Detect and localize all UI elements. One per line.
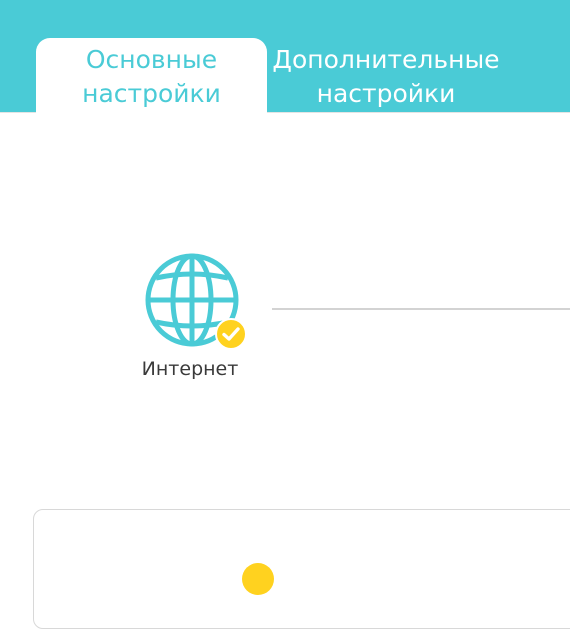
check-badge-icon bbox=[215, 318, 247, 350]
tab-basic-label-line2: настройки bbox=[82, 79, 221, 108]
device-panel bbox=[33, 509, 570, 629]
tab-basic-settings[interactable]: Основные настройки bbox=[36, 38, 267, 113]
tab-advanced-label-line2: настройки bbox=[316, 79, 456, 108]
tab-advanced-label-line1: Дополнительные bbox=[272, 45, 500, 74]
tab-basic-label-line1: Основные bbox=[85, 45, 218, 74]
internet-label: Интернет bbox=[141, 358, 239, 380]
internet-node[interactable]: Интернет bbox=[120, 250, 260, 390]
connection-line bbox=[272, 308, 570, 310]
status-badge-icon bbox=[242, 563, 274, 595]
tab-advanced-settings[interactable]: Дополнительные настройки bbox=[267, 38, 505, 113]
